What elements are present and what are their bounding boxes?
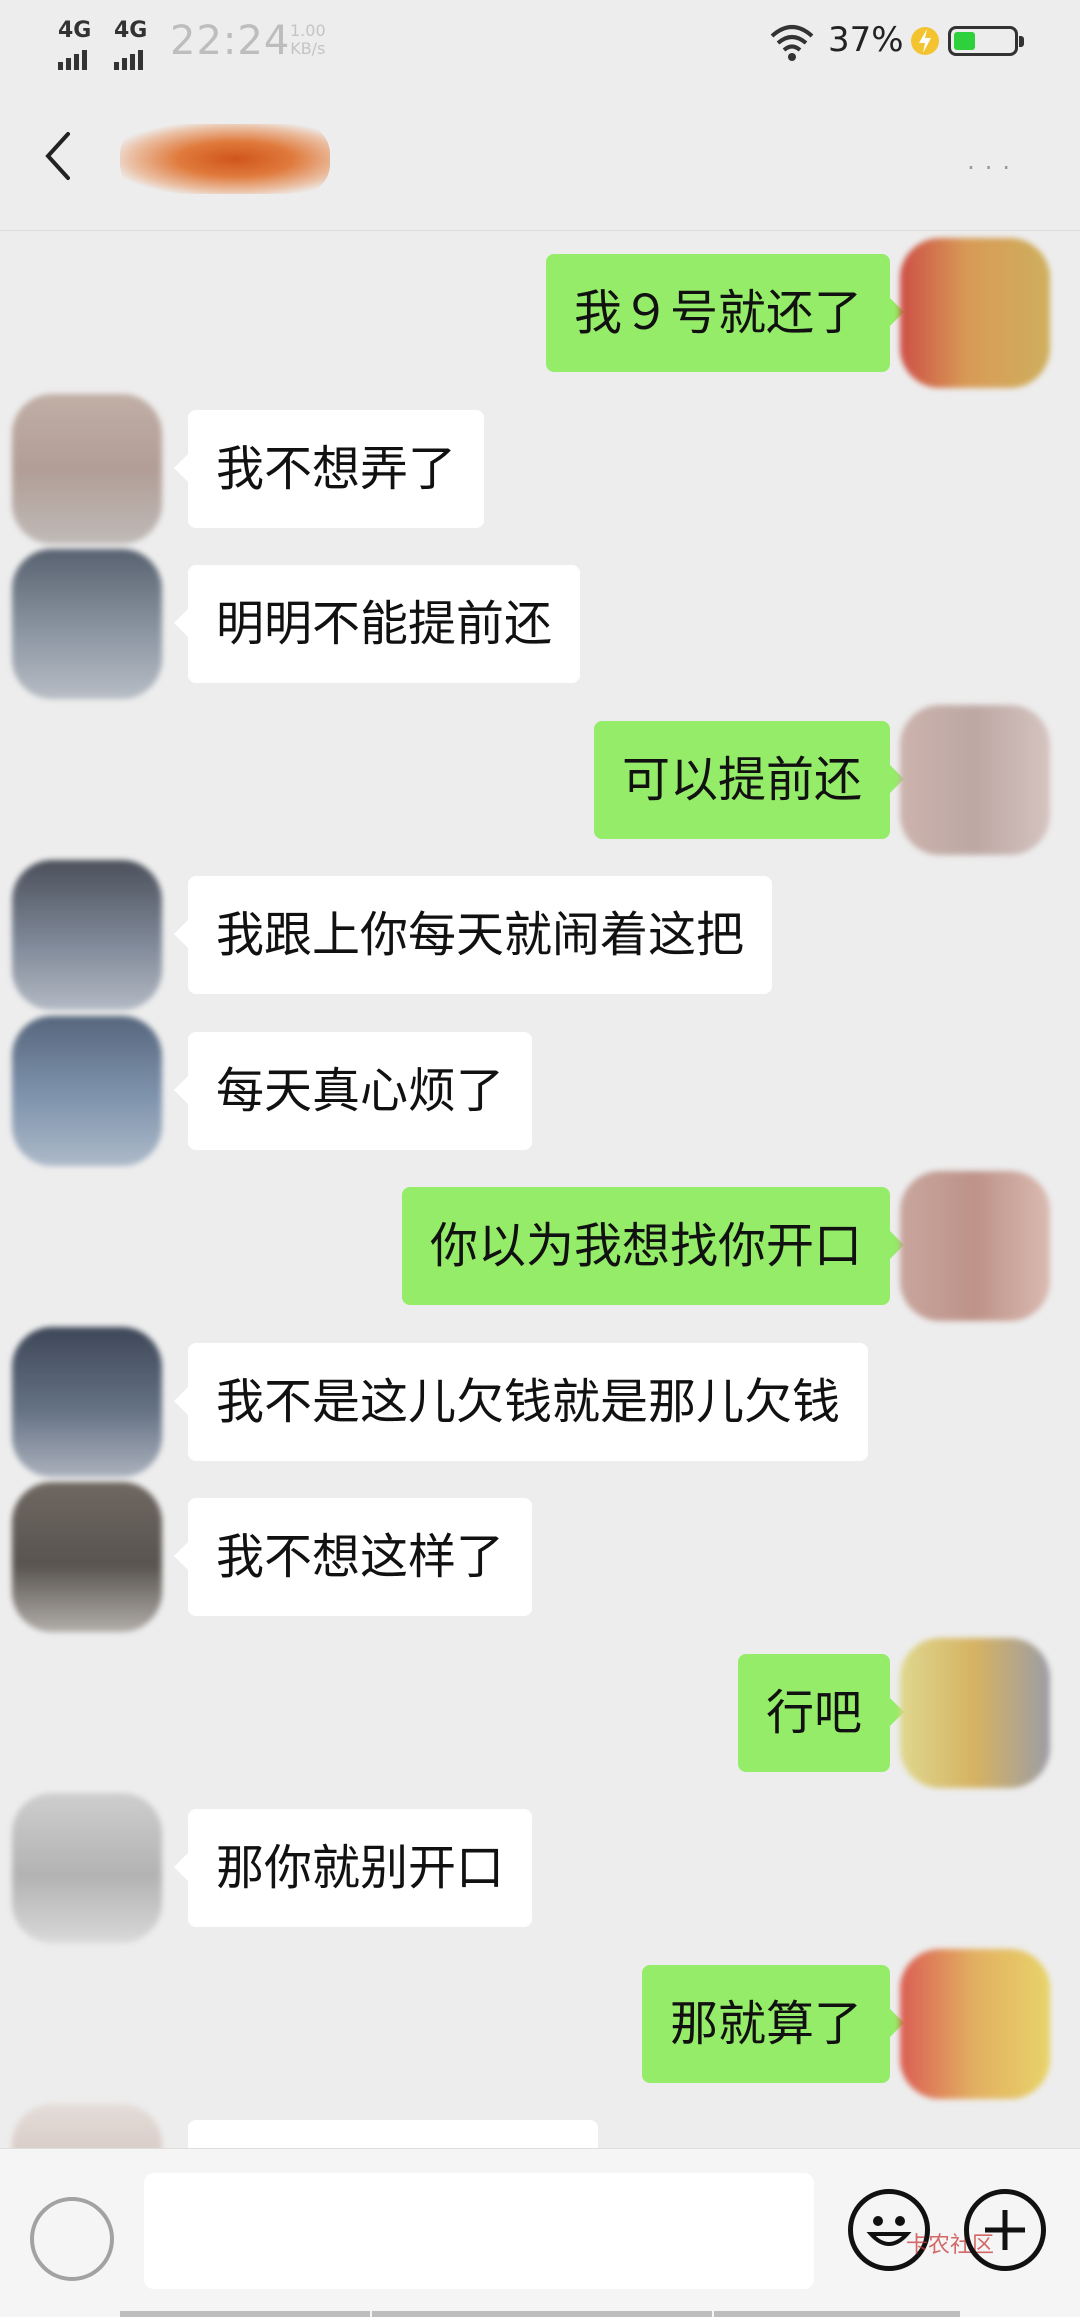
clock: 22:24: [170, 18, 291, 64]
contact-avatar[interactable]: [12, 1482, 162, 1632]
received-message-bubble[interactable]: 那你就别开口: [188, 1809, 533, 1927]
plus-icon[interactable]: [964, 2189, 1046, 2271]
sent-message-bubble[interactable]: 可以提前还: [593, 721, 890, 839]
sent-message-bubble[interactable]: 你以为我想找你开口: [401, 1187, 890, 1305]
sent-message-bubble[interactable]: 行吧: [737, 1654, 890, 1772]
contact-avatar[interactable]: [12, 860, 162, 1010]
received-message-bubble[interactable]: 我不想弄了: [188, 410, 485, 528]
received-message: 我不想这样了: [0, 1498, 1080, 1616]
charging-icon: [911, 27, 939, 55]
my-avatar[interactable]: [900, 1949, 1050, 2099]
my-avatar[interactable]: [900, 705, 1050, 855]
my-avatar[interactable]: [900, 238, 1050, 388]
bubble-tail: [174, 920, 188, 948]
signal-1-icon: 4G: [58, 18, 91, 70]
nav-hint-mid: [372, 2311, 712, 2317]
sent-message-bubble[interactable]: 那就算了: [641, 1965, 890, 2083]
back-arrow-icon[interactable]: [38, 126, 82, 186]
network-type-1: 4G: [58, 18, 92, 43]
bubble-tail: [174, 609, 188, 637]
contact-avatar[interactable]: [12, 1327, 162, 1477]
sent-message-bubble[interactable]: 我９号就还了: [545, 254, 890, 372]
my-avatar[interactable]: [900, 1638, 1050, 1788]
network-speed: 1.00 KB/s: [290, 22, 326, 58]
contact-avatar[interactable]: [12, 1793, 162, 1943]
input-bar: 卡农社区: [0, 2148, 1080, 2317]
network-type-2: 4G: [114, 18, 148, 43]
battery-level-fill: [954, 32, 975, 50]
contact-avatar[interactable]: [12, 549, 162, 699]
voice-icon[interactable]: [30, 2197, 114, 2281]
network-speed-unit: KB/s: [290, 39, 326, 58]
chat-header: ···: [0, 84, 1080, 231]
received-message: 我跟上你每天就闹着这把: [0, 876, 1080, 994]
bubble-tail: [174, 1387, 188, 1415]
contact-avatar[interactable]: [12, 1016, 162, 1166]
received-message: 我不想弄了: [0, 410, 1080, 528]
received-message-bubble[interactable]: 我不是这儿欠钱就是那儿欠钱: [188, 1343, 869, 1461]
bubble-tail: [174, 1076, 188, 1104]
nav-hint-left: [120, 2311, 370, 2317]
contact-avatar[interactable]: [12, 394, 162, 544]
received-message: 明明不能提前还: [0, 565, 1080, 683]
received-message-bubble[interactable]: 每天真心烦了: [188, 1032, 533, 1150]
bubble-tail: [174, 1853, 188, 1881]
signal-2-icon: 4G: [114, 18, 147, 70]
received-message-bubble[interactable]: 明明不能提前还: [188, 565, 581, 683]
my-avatar[interactable]: [900, 1171, 1050, 1321]
wifi-icon: [770, 25, 814, 61]
received-message-bubble[interactable]: 我不想这样了: [188, 1498, 533, 1616]
bubble-tail: [174, 454, 188, 482]
nav-hint-right: [714, 2311, 960, 2317]
received-message: 每天真心烦了: [0, 1032, 1080, 1150]
received-message-bubble[interactable]: 我跟上你每天就闹着这把: [188, 876, 773, 994]
battery-percent: 37%: [828, 20, 904, 60]
battery-icon: [948, 26, 1024, 56]
message-input[interactable]: [144, 2173, 814, 2289]
received-message: 那你就别开口: [0, 1809, 1080, 1927]
contact-name-redacted: [120, 124, 330, 194]
status-bar: 4G 4G 22:24 1.00 KB/s 37%: [0, 0, 1080, 84]
more-icon[interactable]: ···: [967, 154, 1020, 182]
bubble-tail: [174, 1542, 188, 1570]
network-speed-value: 1.00: [290, 21, 326, 40]
received-message: 我不是这儿欠钱就是那儿欠钱: [0, 1343, 1080, 1461]
